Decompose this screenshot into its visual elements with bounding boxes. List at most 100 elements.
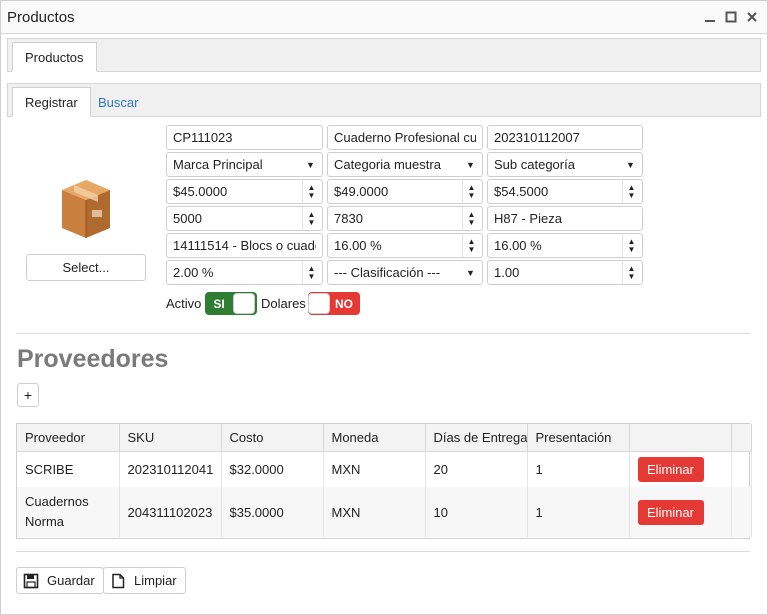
inner-tabbar: Registrar Buscar (7, 83, 761, 117)
categoria-select[interactable]: Categoria muestra ▼ (327, 152, 483, 177)
unidad-value: H87 - Pieza (494, 211, 562, 226)
col-actions (629, 424, 732, 452)
cell-moneda: MXN (323, 487, 426, 537)
spinner-icon[interactable]: ▲ ▼ (622, 180, 636, 203)
toggle-knob (308, 293, 330, 314)
spinner-icon[interactable]: ▲ ▼ (462, 180, 476, 203)
iva1-value: 16.00 % (334, 238, 382, 253)
save-icon (23, 573, 39, 588)
dolares-label: Dolares (261, 296, 306, 311)
spinner-icon[interactable]: ▲ ▼ (622, 261, 636, 284)
window-titlebar: Productos (1, 1, 767, 34)
close-icon[interactable] (743, 8, 761, 26)
col-moneda[interactable]: Moneda (323, 424, 426, 452)
subcategoria-select[interactable]: Sub categoría ▼ (487, 152, 643, 177)
precio1-value: $45.0000 (173, 184, 228, 199)
chevron-down-icon: ▼ (466, 267, 475, 278)
clave-sat-field[interactable]: 14111514 - Blocs o cuaderno (166, 233, 323, 258)
num2-stepper[interactable]: 7830 ▲ ▼ (327, 206, 483, 231)
spinner-icon[interactable]: ▲ ▼ (462, 207, 476, 230)
add-proveedor-button[interactable]: + (17, 383, 39, 407)
precio3-stepper[interactable]: $54.5000 ▲ ▼ (487, 179, 643, 204)
tab-buscar[interactable]: Buscar (86, 87, 150, 117)
cell-moneda: MXN (323, 451, 426, 487)
tab-productos[interactable]: Productos (12, 42, 97, 72)
col-costo[interactable]: Costo (221, 424, 324, 452)
clave-value: CP111023 (173, 130, 233, 145)
dolares-toggle[interactable]: NO (308, 292, 360, 315)
col-proveedor[interactable]: Proveedor (17, 424, 120, 452)
clave-sat-value: 14111514 - Blocs o cuaderno (173, 238, 316, 253)
guardar-button[interactable]: Guardar (16, 567, 104, 594)
cell-scroll (731, 451, 752, 487)
factor-stepper[interactable]: 1.00 ▲ ▼ (487, 260, 643, 285)
factor-value: 1.00 (494, 265, 520, 280)
outer-tabbar: Productos (7, 38, 761, 72)
iva2-value: 16.00 % (494, 238, 542, 253)
marca-select[interactable]: Marca Principal ▼ (166, 152, 323, 177)
subcategoria-value: Sub categoría (494, 157, 575, 172)
descuento-stepper[interactable]: 2.00 % ▲ ▼ (166, 260, 323, 285)
spinner-icon[interactable]: ▲ ▼ (302, 207, 316, 230)
dolares-state: NO (335, 296, 353, 311)
activo-label: Activo (166, 296, 202, 311)
col-scroll (731, 424, 752, 452)
cell-presentacion: 1 (527, 451, 630, 487)
cell-proveedor: Cuadernos Norma (17, 487, 120, 537)
iva1-stepper[interactable]: 16.00 % ▲ ▼ (327, 233, 483, 258)
eliminar-button[interactable]: Eliminar (637, 499, 704, 525)
limpiar-label: Limpiar (134, 573, 177, 588)
table-header-row: Proveedor SKU Costo Moneda Días de Entre… (17, 424, 752, 452)
cell-proveedor: SCRIBE (17, 451, 120, 487)
precio2-stepper[interactable]: $49.0000 ▲ ▼ (327, 179, 483, 204)
num2-value: 7830 (334, 211, 363, 226)
cell-sku: 204311102023 (119, 487, 222, 537)
box-icon (58, 176, 114, 242)
num1-stepper[interactable]: 5000 ▲ ▼ (166, 206, 323, 231)
toggle-knob (233, 293, 255, 314)
marca-value: Marca Principal (173, 157, 263, 172)
cell-costo: $32.0000 (221, 451, 324, 487)
codigo-field[interactable]: 202310112007 (487, 125, 643, 150)
spinner-icon[interactable]: ▲ ▼ (622, 234, 636, 257)
descripcion-value: Cuaderno Profesional cuad (334, 130, 476, 145)
cell-actions: Eliminar (629, 487, 732, 537)
num1-value: 5000 (173, 211, 202, 226)
cell-dias: 20 (425, 451, 528, 487)
section-divider (16, 333, 750, 334)
proveedores-title: Proveedores (17, 345, 169, 373)
spinner-icon[interactable]: ▲ ▼ (302, 180, 316, 203)
col-presentacion[interactable]: Presentación (527, 424, 630, 452)
descuento-value: 2.00 % (173, 265, 214, 280)
spinner-icon[interactable]: ▲ ▼ (462, 234, 476, 257)
precio1-stepper[interactable]: $45.0000 ▲ ▼ (166, 179, 323, 204)
document-icon (112, 573, 125, 588)
col-sku[interactable]: SKU (119, 424, 222, 452)
tab-registrar[interactable]: Registrar (12, 87, 91, 117)
unidad-field[interactable]: H87 - Pieza (487, 206, 643, 231)
categoria-value: Categoria muestra (334, 157, 441, 172)
spinner-icon[interactable]: ▲ ▼ (302, 261, 316, 284)
activo-toggle[interactable]: SI (205, 292, 257, 315)
table-row[interactable]: SCRIBE 202310112041 $32.0000 MXN 20 1 El… (17, 451, 752, 487)
precio2-value: $49.0000 (334, 184, 389, 199)
minimize-icon[interactable] (701, 8, 719, 26)
cell-actions: Eliminar (629, 451, 732, 487)
footer-divider (16, 551, 750, 552)
chevron-down-icon: ▼ (466, 159, 475, 170)
eliminar-button[interactable]: Eliminar (637, 456, 704, 482)
maximize-icon[interactable] (722, 8, 740, 26)
cell-dias: 10 (425, 487, 528, 537)
iva2-stepper[interactable]: 16.00 % ▲ ▼ (487, 233, 643, 258)
table-row[interactable]: Cuadernos Norma 204311102023 $35.0000 MX… (17, 487, 752, 537)
activo-state: SI (213, 296, 225, 311)
clave-field[interactable]: CP111023 (166, 125, 323, 150)
proveedores-table: Proveedor SKU Costo Moneda Días de Entre… (16, 423, 752, 539)
select-image-button[interactable]: Select... (26, 254, 146, 281)
limpiar-button[interactable]: Limpiar (103, 567, 186, 594)
clasificacion-select[interactable]: --- Clasificación --- ▼ (327, 260, 483, 285)
descripcion-field[interactable]: Cuaderno Profesional cuad (327, 125, 483, 150)
col-dias-entrega[interactable]: Días de Entrega (425, 424, 528, 452)
chevron-down-icon: ▼ (306, 159, 315, 170)
chevron-down-icon: ▼ (626, 159, 635, 170)
